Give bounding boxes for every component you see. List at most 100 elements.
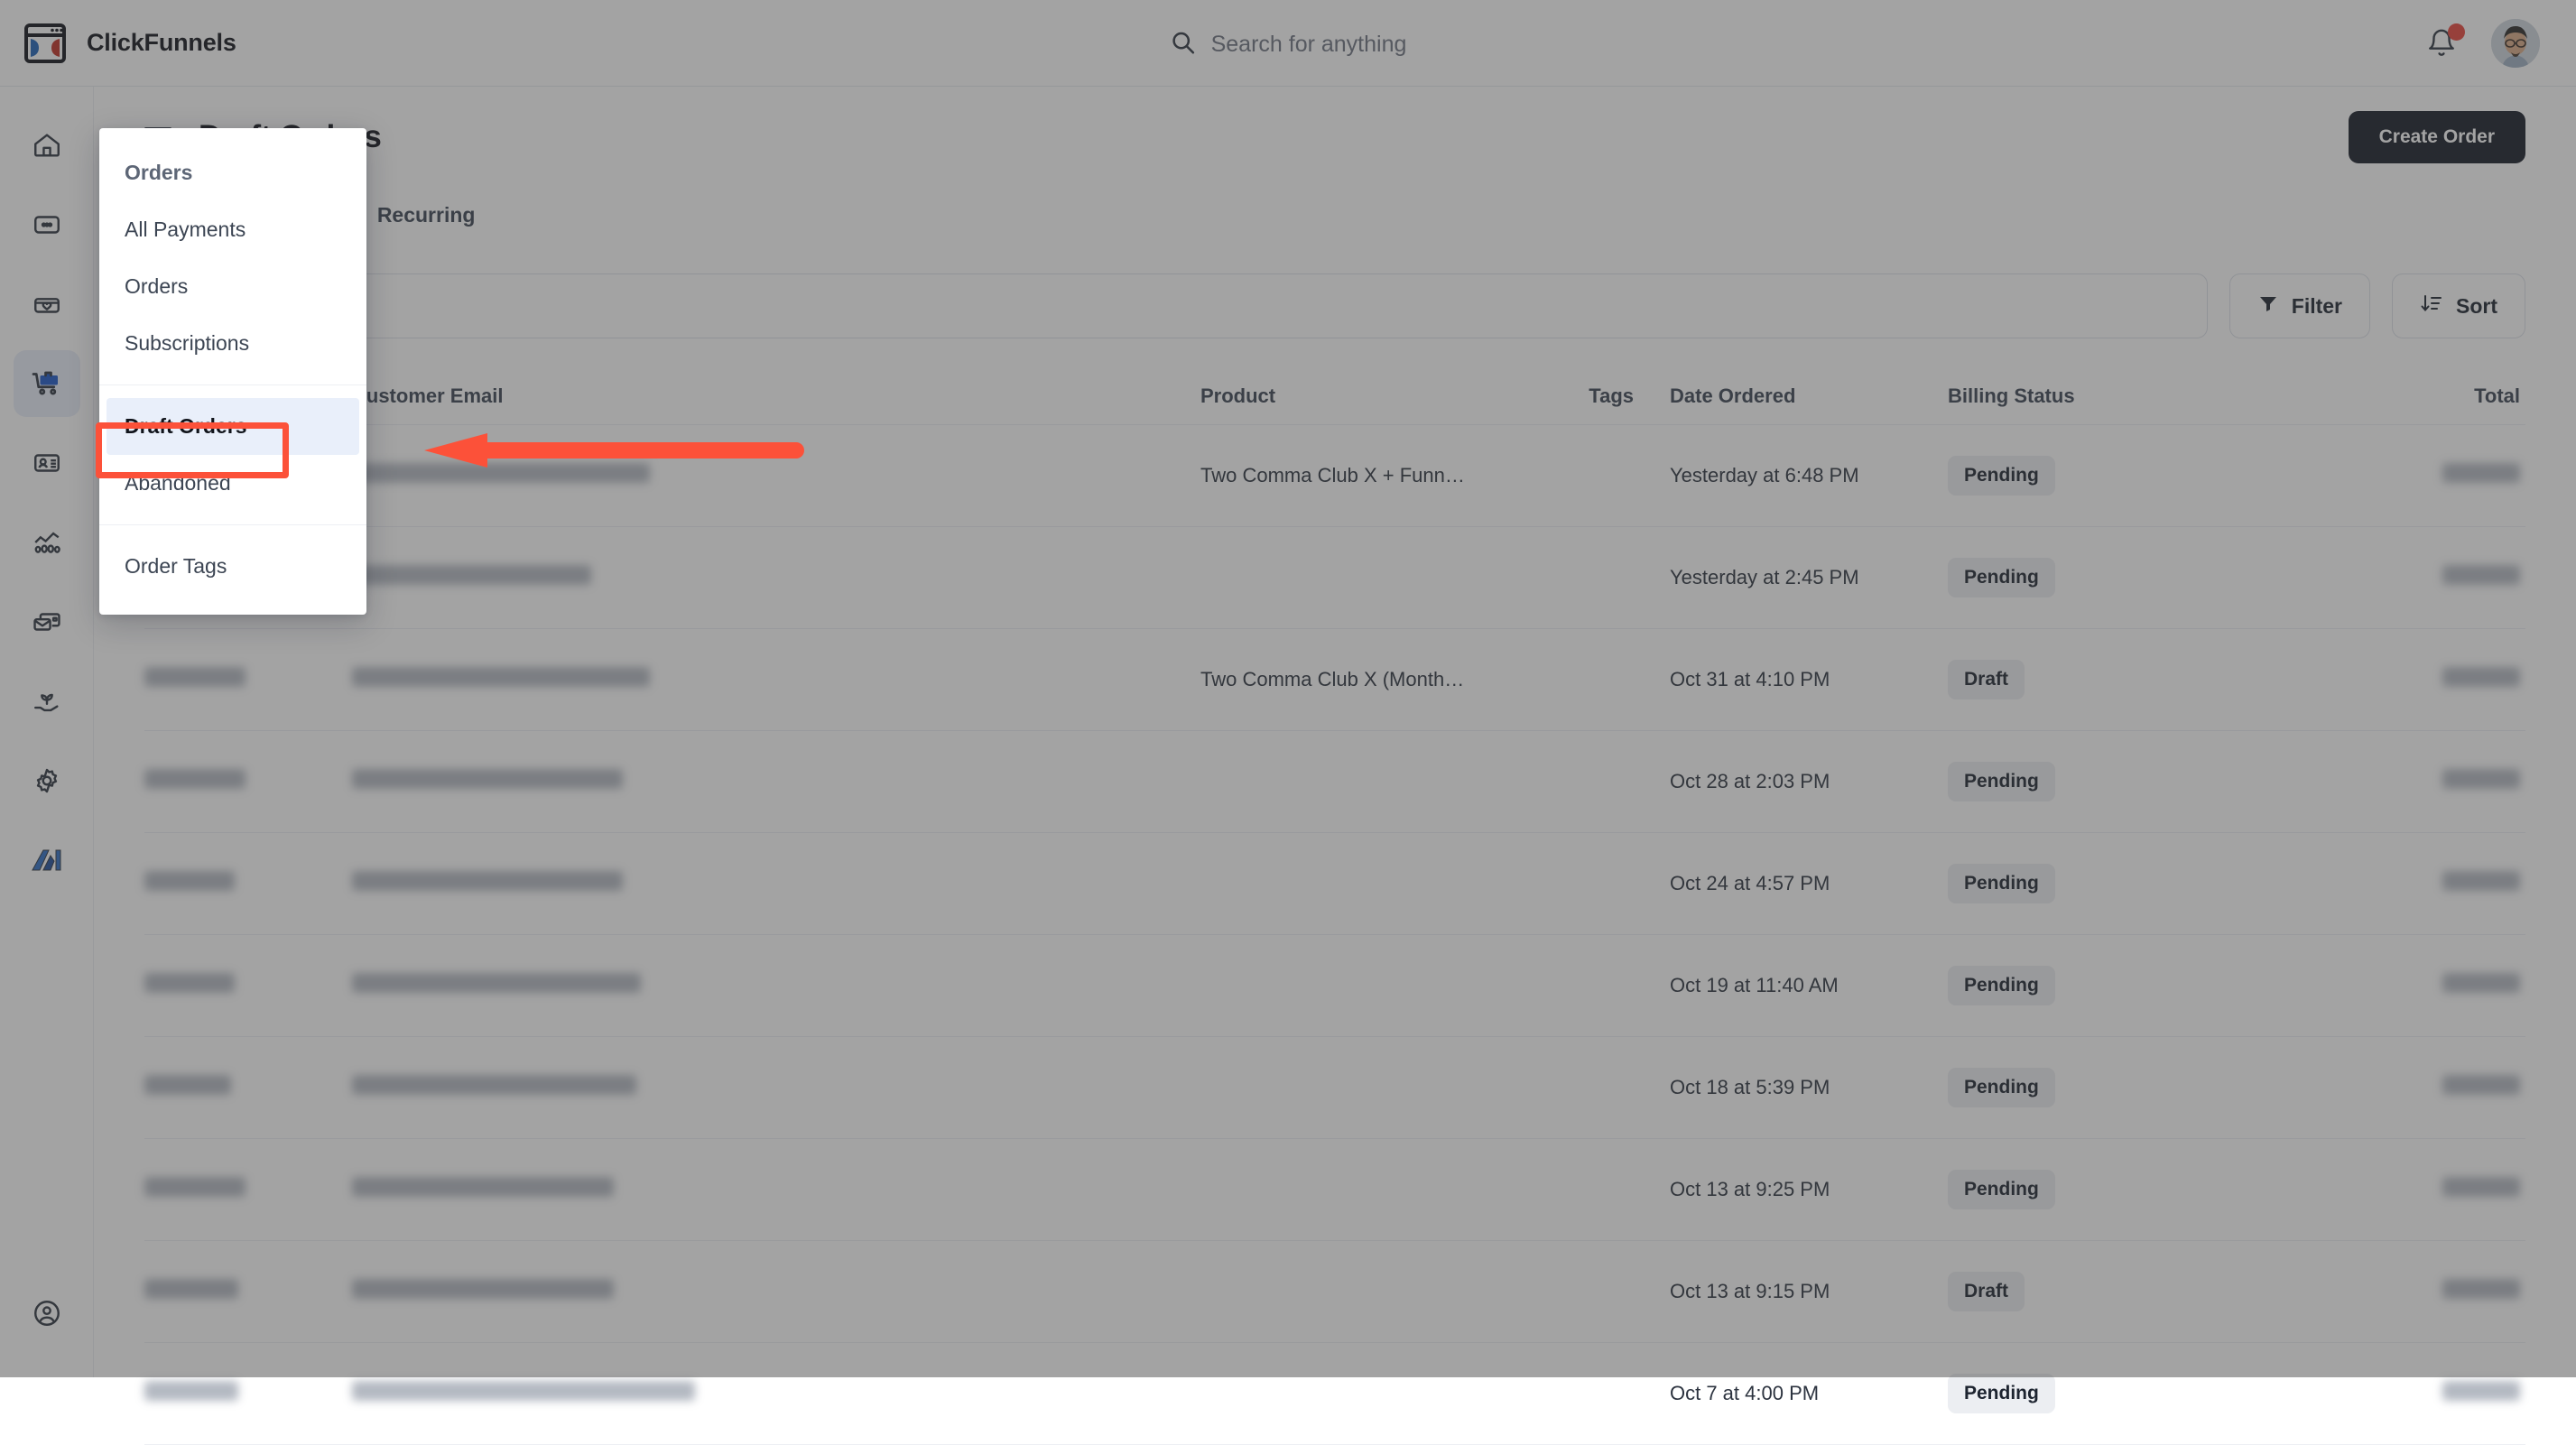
table-row[interactable]: Oct 28 at 2:03 PMPending xyxy=(144,731,2525,833)
table-row[interactable]: Two Comma Club X + Funn…Yesterday at 6:4… xyxy=(144,425,2525,527)
dropdown-item-abandoned[interactable]: Abandoned xyxy=(99,455,366,512)
top-bar-actions xyxy=(2426,19,2540,68)
cell-order-number xyxy=(144,1177,352,1202)
cell-date-ordered: Oct 24 at 4:57 PM xyxy=(1634,872,1932,895)
redacted-value xyxy=(144,1279,238,1299)
sort-button[interactable]: Sort xyxy=(2392,273,2525,338)
sidebar-item-analytics[interactable] xyxy=(14,509,80,576)
cell-customer-email xyxy=(352,1279,1200,1304)
notifications-button[interactable] xyxy=(2426,28,2457,59)
orders-table: Order Number Customer Email Product Tags… xyxy=(144,367,2525,1445)
dropdown-item-subscriptions[interactable]: Subscriptions xyxy=(99,315,366,372)
redacted-value xyxy=(144,1177,246,1197)
filter-label: Filter xyxy=(2292,294,2342,319)
cell-date-ordered: Oct 7 at 4:00 PM xyxy=(1634,1382,1932,1405)
column-header-total[interactable]: Total xyxy=(2126,384,2525,408)
cell-date-ordered: Oct 13 at 9:15 PM xyxy=(1634,1280,1932,1303)
table-row[interactable]: Oct 24 at 4:57 PMPending xyxy=(144,833,2525,935)
notification-badge-dot xyxy=(2448,23,2465,41)
cell-billing-status: Pending xyxy=(1932,966,2126,1005)
table-body: Two Comma Club X + Funn…Yesterday at 6:4… xyxy=(144,425,2525,1445)
redacted-value xyxy=(352,973,641,993)
tab-bar: All One time Recurring xyxy=(144,191,2525,239)
sidebar-item-marketing[interactable] xyxy=(14,588,80,655)
sidebar-item-settings[interactable] xyxy=(14,747,80,814)
redacted-value xyxy=(2442,1075,2520,1095)
cell-total xyxy=(2126,1075,2525,1100)
cell-order-number xyxy=(144,1279,352,1304)
table-row[interactable]: Yesterday at 2:45 PMPending xyxy=(144,527,2525,629)
cell-billing-status: Pending xyxy=(1932,558,2126,597)
table-row[interactable]: Oct 13 at 9:25 PMPending xyxy=(144,1139,2525,1241)
redacted-value xyxy=(2442,463,2520,483)
status-badge: Pending xyxy=(1948,1170,2055,1209)
cell-total xyxy=(2126,1381,2525,1406)
cell-total xyxy=(2126,973,2525,998)
sidebar-item-ai[interactable] xyxy=(14,827,80,894)
dropdown-separator xyxy=(99,384,366,385)
cell-product: Two Comma Club X + Funn… xyxy=(1200,464,1543,487)
brand[interactable]: ClickFunnels xyxy=(0,22,236,65)
redacted-value xyxy=(144,667,246,687)
table-row[interactable]: Oct 7 at 4:00 PM Pending xyxy=(144,1343,2525,1445)
page-header: Draft Orders Create Order xyxy=(144,87,2525,188)
sidebar-item-growth[interactable] xyxy=(14,668,80,735)
clickfunnels-logo-icon xyxy=(23,22,67,65)
column-header-customer-email[interactable]: Customer Email xyxy=(352,384,1200,408)
cell-customer-email xyxy=(352,769,1200,794)
sidebar-item-sites[interactable] xyxy=(14,191,80,258)
table-row[interactable]: Oct 13 at 9:15 PMDraft xyxy=(144,1241,2525,1343)
redacted-value xyxy=(352,1177,614,1197)
sidebar-item-help[interactable] xyxy=(14,1280,80,1347)
avatar[interactable] xyxy=(2491,19,2540,68)
global-search[interactable]: Search for anything xyxy=(1170,29,1407,60)
search-input[interactable]: Search Orders xyxy=(144,273,2208,338)
cell-customer-email xyxy=(352,1177,1200,1202)
dropdown-item-draft-orders[interactable]: Draft Orders xyxy=(107,398,359,455)
sidebar-item-products[interactable] xyxy=(14,271,80,338)
table-row[interactable]: Oct 18 at 5:39 PMPending xyxy=(144,1037,2525,1139)
column-header-billing-status[interactable]: Billing Status xyxy=(1932,384,2126,408)
sort-label: Sort xyxy=(2456,294,2497,319)
dropdown-item-all-payments[interactable]: All Payments xyxy=(99,201,366,258)
redacted-value xyxy=(2442,667,2520,687)
redacted-value xyxy=(144,769,246,789)
redacted-value xyxy=(352,463,650,483)
cell-total xyxy=(2126,565,2525,590)
cell-total xyxy=(2126,463,2525,488)
status-badge: Pending xyxy=(1948,966,2055,1005)
dropdown-item-order-tags[interactable]: Order Tags xyxy=(99,538,366,595)
column-header-product[interactable]: Product xyxy=(1200,384,1543,408)
cell-billing-status: Pending xyxy=(1932,456,2126,496)
tab-recurring[interactable]: Recurring xyxy=(357,191,496,239)
table-row[interactable]: Oct 19 at 11:40 AM Pending xyxy=(144,935,2525,1037)
cell-customer-email xyxy=(352,667,1200,692)
cell-date-ordered: Yesterday at 2:45 PM xyxy=(1634,566,1932,589)
create-order-button[interactable]: Create Order xyxy=(2349,111,2525,163)
sidebar-item-contacts[interactable] xyxy=(14,430,80,496)
cell-date-ordered: Oct 19 at 11:40 AM xyxy=(1634,974,1932,997)
redacted-value xyxy=(352,769,623,789)
table-row[interactable]: Two Comma Club X (Month…Oct 31 at 4:10 P… xyxy=(144,629,2525,731)
redacted-value xyxy=(352,667,650,687)
dropdown-item-orders[interactable]: Orders xyxy=(99,258,366,315)
cell-order-number xyxy=(144,1381,352,1406)
cell-total xyxy=(2126,1177,2525,1202)
redacted-value xyxy=(352,1381,695,1401)
funnel-icon xyxy=(2257,292,2279,320)
cell-total xyxy=(2126,667,2525,692)
cell-billing-status: Pending xyxy=(1932,864,2126,903)
column-header-date-ordered[interactable]: Date Ordered xyxy=(1634,384,1932,408)
cell-billing-status: Pending xyxy=(1932,762,2126,801)
sidebar-item-home[interactable] xyxy=(14,112,80,179)
sidebar-item-orders[interactable] xyxy=(14,350,80,417)
status-badge: Pending xyxy=(1948,762,2055,801)
filter-button[interactable]: Filter xyxy=(2229,273,2370,338)
cell-date-ordered: Oct 31 at 4:10 PM xyxy=(1634,668,1932,691)
redacted-value xyxy=(352,1075,636,1095)
status-badge: Pending xyxy=(1948,1374,2055,1413)
redacted-value xyxy=(352,1279,614,1299)
cell-total xyxy=(2126,1279,2525,1304)
brand-name: ClickFunnels xyxy=(87,29,236,57)
column-header-tags[interactable]: Tags xyxy=(1543,384,1634,408)
